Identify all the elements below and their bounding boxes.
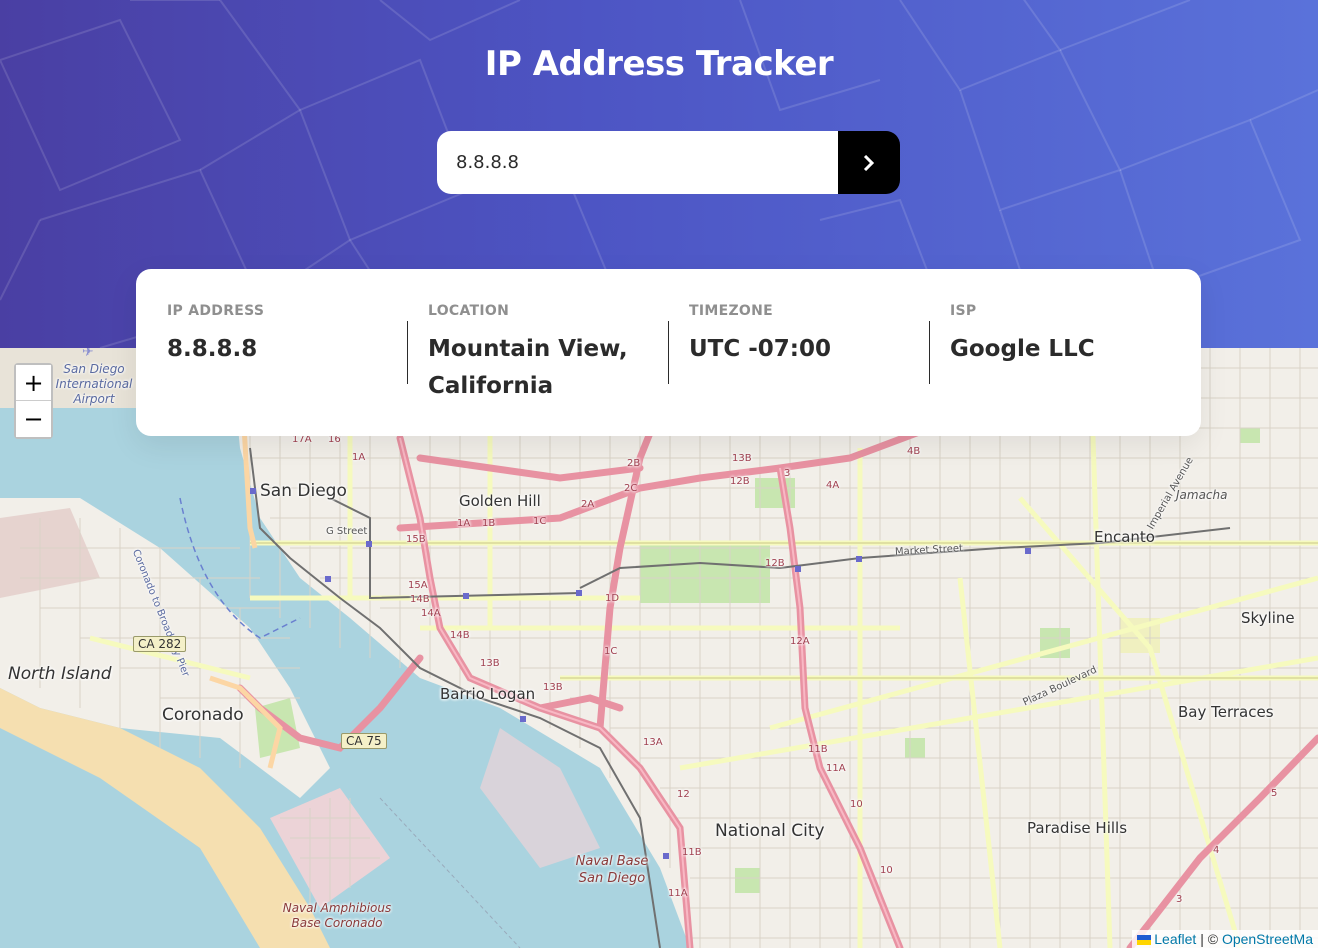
map-exit-label: 1D — [605, 593, 620, 604]
map-exit-label: 15A — [408, 580, 428, 591]
zoom-in-button[interactable]: + — [16, 365, 51, 401]
map-label-north-island: North Island — [8, 664, 112, 684]
map-exit-label: 12B — [730, 476, 750, 487]
map-exit-label: 3 — [784, 468, 791, 479]
map-label-jamacha: Jamacha — [1176, 488, 1228, 502]
map-exit-label: 1A — [457, 518, 471, 529]
map-exit-label: 13A — [643, 737, 663, 748]
info-divider — [929, 321, 930, 384]
map-exit-label: 4 — [1213, 845, 1220, 856]
map-exit-label: 4B — [907, 446, 921, 457]
search-submit-button[interactable] — [838, 131, 900, 194]
map-exit-label: 13B — [732, 453, 752, 464]
ip-address-label: IP ADDRESS — [167, 303, 265, 319]
map-shield-ca-282: CA 282 — [133, 636, 187, 652]
map-exit-label: 2A — [581, 499, 595, 510]
map-exit-label: 14A — [421, 608, 441, 619]
isp-label: ISP — [950, 303, 977, 319]
location-value: Mountain View, California — [428, 336, 628, 399]
map-label-san-diego: San Diego — [260, 481, 347, 501]
map-label-encanto: Encanto — [1094, 528, 1155, 546]
map-shield-ca-75: CA 75 — [341, 733, 387, 749]
leaflet-link[interactable]: Leaflet — [1154, 931, 1196, 947]
map-exit-label: 1A — [352, 452, 366, 463]
ukraine-flag-icon — [1137, 935, 1152, 945]
map-exit-label: 15B — [406, 534, 426, 545]
map-exit-label: 1C — [533, 516, 547, 527]
map-exit-label: 13B — [480, 658, 500, 669]
map-label-g-street: G Street — [326, 526, 368, 537]
map-tiles — [0, 348, 1318, 948]
map-exit-label: 11A — [826, 763, 846, 774]
zoom-out-button[interactable]: − — [16, 401, 51, 437]
map-exit-label: 1C — [604, 646, 618, 657]
attribution-separator: | © — [1200, 931, 1219, 947]
timezone-label: TIMEZONE — [689, 303, 773, 319]
timezone-value: UTC -07:00 — [689, 336, 832, 362]
map-exit-label: 12A — [790, 636, 810, 647]
map-exit-label: 4A — [826, 480, 840, 491]
page-title: IP Address Tracker — [484, 44, 834, 84]
map-exit-label: 2C — [624, 483, 638, 494]
map-exit-label: 12 — [677, 789, 690, 800]
map-exit-label: 11A — [668, 888, 688, 899]
map-exit-label: 5 — [1271, 788, 1278, 799]
map-label-barrio-logan: Barrio Logan — [440, 685, 536, 703]
map-exit-label: 2B — [627, 458, 641, 469]
ip-search-form — [437, 131, 900, 194]
map-label-bay-terraces: Bay Terraces — [1178, 703, 1274, 721]
map-label-naval-base: Naval Base San Diego — [575, 854, 649, 886]
map-exit-label: 14B — [410, 594, 430, 605]
map-exit-label: 11B — [682, 847, 702, 858]
ip-info-card: IP ADDRESS 8.8.8.8 LOCATION Mountain Vie… — [136, 269, 1201, 436]
map-label-skyline: Skyline — [1241, 609, 1295, 627]
airport-icon: ✈ — [82, 348, 94, 360]
zoom-control: + − — [14, 363, 53, 439]
map-attribution: Leaflet | © OpenStreetMa — [1132, 930, 1318, 948]
map-exit-label: 3 — [1176, 894, 1183, 905]
map-label-naval-amphibious: Naval Amphibious Base Coronado — [282, 901, 392, 930]
timezone-section: TIMEZONE UTC -07:00 — [689, 303, 909, 368]
map-label-national-city: National City — [715, 821, 825, 841]
map-label-golden-hill: Golden Hill — [459, 492, 541, 510]
map-exit-label: 1B — [482, 518, 496, 529]
ip-address-value: 8.8.8.8 — [167, 336, 258, 362]
map-label-airport: San Diego International Airport — [55, 362, 133, 406]
isp-value: Google LLC — [950, 336, 1095, 362]
openstreetmap-link[interactable]: OpenStreetMa — [1222, 931, 1313, 947]
chevron-right-icon — [863, 154, 875, 171]
location-label: LOCATION — [428, 303, 510, 319]
map-exit-label: 11B — [808, 744, 828, 755]
info-divider — [407, 321, 408, 384]
ip-search-input[interactable] — [437, 131, 838, 194]
map-exit-label: 12B — [765, 558, 785, 569]
map-view[interactable]: San Diego Golden Hill G Street North Isl… — [0, 348, 1318, 948]
map-exit-label: 14B — [450, 630, 470, 641]
map-exit-label: 10 — [850, 799, 863, 810]
ip-address-section: IP ADDRESS 8.8.8.8 — [167, 303, 387, 368]
location-section: LOCATION Mountain View, California — [428, 303, 648, 405]
map-label-paradise-hills: Paradise Hills — [1027, 819, 1128, 837]
isp-section: ISP Google LLC — [950, 303, 1170, 368]
info-divider — [668, 321, 669, 384]
map-label-coronado: Coronado — [162, 705, 244, 725]
map-exit-label: 10 — [880, 865, 893, 876]
map-exit-label: 13B — [543, 682, 563, 693]
